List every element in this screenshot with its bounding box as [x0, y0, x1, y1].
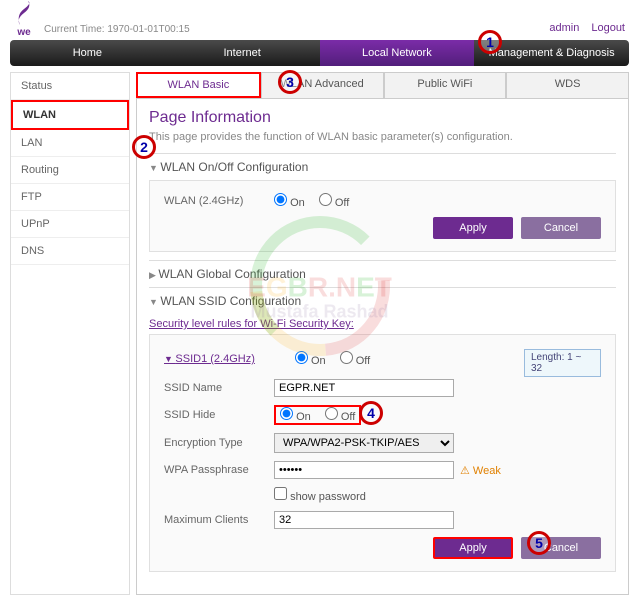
- ssid-on-option[interactable]: On: [295, 351, 326, 367]
- wlan-on-option[interactable]: On: [274, 193, 305, 209]
- logout-link[interactable]: Logout: [591, 22, 625, 34]
- max-clients-input[interactable]: [274, 511, 454, 529]
- ssid-cancel-button[interactable]: Cancel: [521, 537, 601, 559]
- tab-wds[interactable]: WDS: [506, 72, 629, 98]
- nav-management[interactable]: Management & Diagnosis: [474, 40, 629, 66]
- nav-internet[interactable]: Internet: [165, 40, 320, 66]
- tab-wlan-advanced[interactable]: WLAN Advanced: [261, 72, 384, 98]
- strength-indicator: Weak: [460, 464, 501, 477]
- passphrase-input[interactable]: [274, 461, 454, 479]
- ssid1-header[interactable]: SSID1 (2.4GHz): [164, 353, 255, 365]
- length-tooltip: Length: 1 ~ 32: [524, 349, 601, 377]
- max-clients-label: Maximum Clients: [164, 514, 274, 526]
- ssid-hide-on[interactable]: On: [280, 407, 311, 423]
- tab-public-wifi[interactable]: Public WiFi: [384, 72, 507, 98]
- encryption-select[interactable]: WPA/WPA2-PSK-TKIP/AES: [274, 433, 454, 453]
- ssid-apply-button[interactable]: Apply: [433, 537, 513, 559]
- cancel-button[interactable]: Cancel: [521, 217, 601, 239]
- sidebar-item-upnp[interactable]: UPnP: [11, 211, 129, 238]
- nav-local-network[interactable]: Local Network: [320, 40, 475, 66]
- sidebar-item-dns[interactable]: DNS: [11, 238, 129, 265]
- sidebar-item-wlan[interactable]: WLAN: [11, 100, 129, 130]
- ssid-hide-off[interactable]: Off: [325, 407, 356, 423]
- section-wlan-onoff[interactable]: WLAN On/Off Configuration: [149, 153, 616, 180]
- wlan-off-option[interactable]: Off: [319, 193, 350, 209]
- current-time: Current Time: 1970-01-01T00:15: [44, 24, 190, 35]
- show-password-toggle[interactable]: show password: [274, 487, 366, 503]
- brand-logo: we: [14, 1, 34, 38]
- ssid-hide-label: SSID Hide: [164, 409, 274, 421]
- tab-wlan-basic[interactable]: WLAN Basic: [136, 72, 261, 98]
- ssid-off-option[interactable]: Off: [340, 351, 371, 367]
- user-link[interactable]: admin: [549, 22, 579, 34]
- section-wlan-ssid[interactable]: WLAN SSID Configuration: [149, 287, 616, 314]
- sidebar-item-lan[interactable]: LAN: [11, 130, 129, 157]
- security-rules-link[interactable]: Security level rules for Wi-Fi Security …: [149, 318, 354, 330]
- ssid-name-label: SSID Name: [164, 382, 274, 394]
- sidebar-item-status[interactable]: Status: [11, 73, 129, 100]
- page-title: Page Information: [149, 109, 616, 127]
- wlan-24-label: WLAN (2.4GHz): [164, 195, 274, 207]
- nav-home[interactable]: Home: [10, 40, 165, 66]
- annotation-4: 4: [359, 401, 383, 425]
- apply-button[interactable]: Apply: [433, 217, 513, 239]
- section-wlan-global[interactable]: WLAN Global Configuration: [149, 260, 616, 287]
- main-nav: Home Internet Local Network Management &…: [10, 40, 629, 66]
- sidebar: Status WLAN LAN Routing FTP UPnP DNS: [10, 72, 130, 595]
- encryption-label: Encryption Type: [164, 437, 274, 449]
- passphrase-label: WPA Passphrase: [164, 464, 274, 476]
- page-description: This page provides the function of WLAN …: [149, 131, 616, 143]
- sidebar-item-routing[interactable]: Routing: [11, 157, 129, 184]
- ssid-name-input[interactable]: [274, 379, 454, 397]
- sidebar-item-ftp[interactable]: FTP: [11, 184, 129, 211]
